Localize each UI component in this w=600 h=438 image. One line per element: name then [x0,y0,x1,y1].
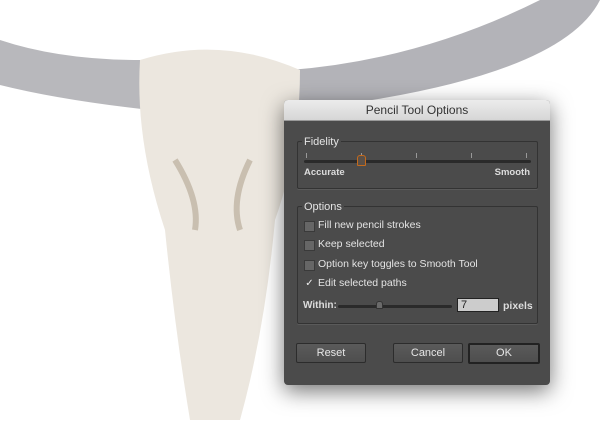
fidelity-tick [471,153,472,158]
ok-button[interactable]: OK [468,343,540,364]
fidelity-label: Fidelity [302,136,341,148]
fidelity-tick [416,153,417,158]
fill-strokes-checkbox[interactable] [304,221,315,232]
option-key-smooth-checkbox[interactable] [304,260,315,271]
edit-selected-paths-label[interactable]: Edit selected paths [318,277,407,289]
within-pixels-input[interactable]: 7 [457,298,499,312]
cancel-button[interactable]: Cancel [393,343,463,363]
fidelity-tick [306,153,307,158]
fidelity-tick [526,153,527,158]
accurate-label: Accurate [304,167,345,178]
option-key-smooth-label[interactable]: Option key toggles to Smooth Tool [318,258,478,270]
within-slider[interactable] [338,305,452,308]
keep-selected-checkbox[interactable] [304,240,315,251]
fill-strokes-label[interactable]: Fill new pencil strokes [318,219,421,231]
smooth-label: Smooth [494,167,530,178]
dialog-title: Pencil Tool Options [284,100,550,121]
fidelity-slider[interactable] [304,160,531,163]
checkmark-icon: ✓ [305,278,314,289]
within-label: Within: [303,300,337,311]
pixels-unit-label: pixels [503,300,533,312]
within-slider-thumb[interactable] [376,301,384,309]
options-label: Options [302,201,344,213]
fidelity-group [297,141,538,189]
keep-selected-label[interactable]: Keep selected [318,238,385,250]
fidelity-slider-thumb[interactable] [356,155,366,166]
edit-selected-paths-checkbox[interactable]: ✓ [304,279,315,290]
pencil-tool-options-dialog: Pencil Tool Options Fidelity Accurate Sm… [284,100,550,385]
reset-button[interactable]: Reset [296,343,366,363]
